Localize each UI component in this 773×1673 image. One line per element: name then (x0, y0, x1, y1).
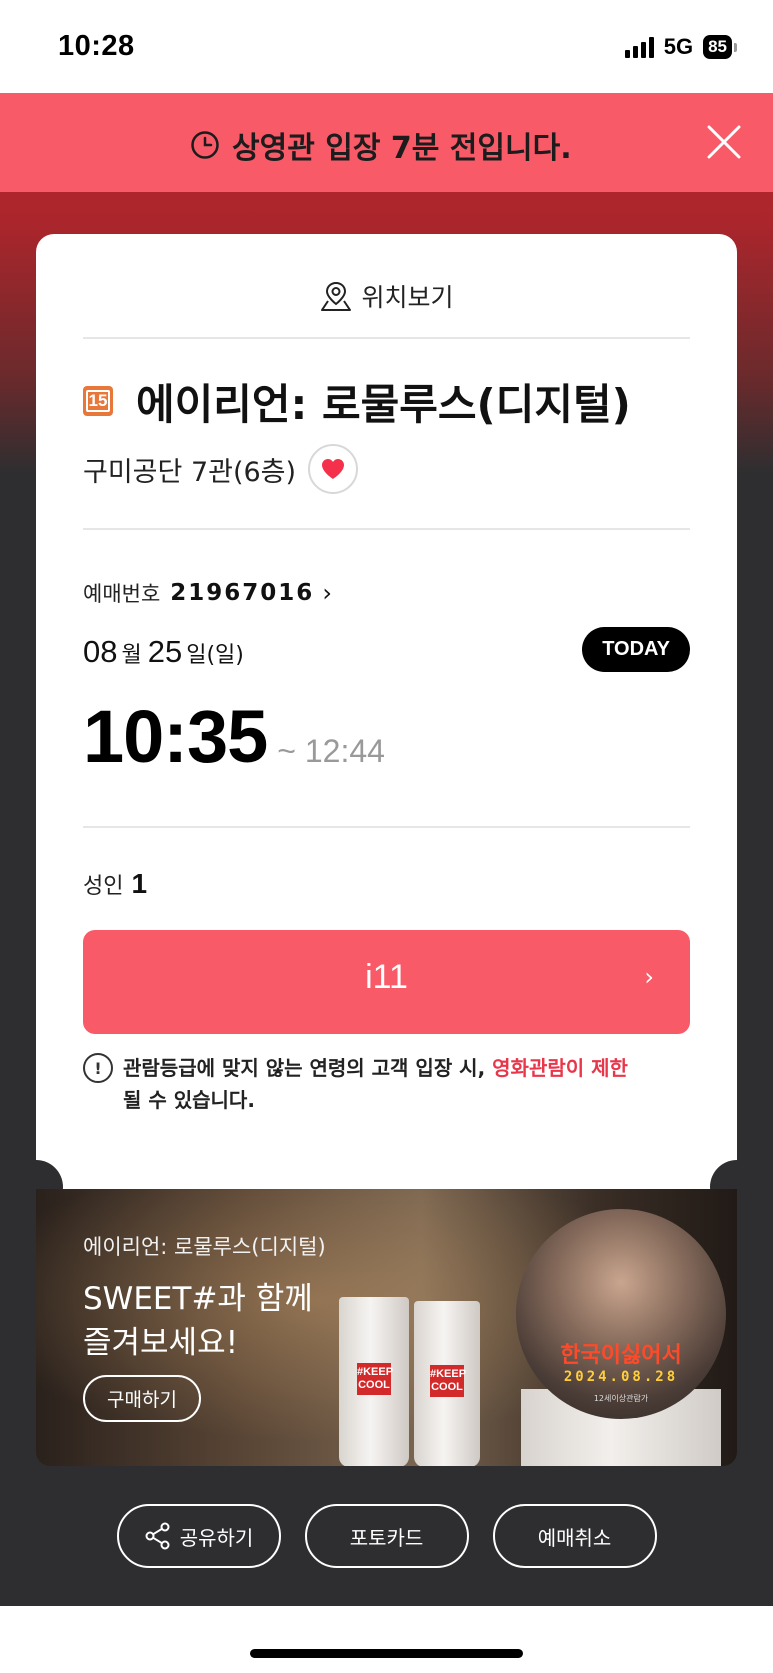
status-bar: 10:28 5G 85 (0, 0, 773, 93)
photocard-button[interactable]: 포토카드 (304, 1504, 469, 1568)
close-icon[interactable] (705, 123, 743, 161)
battery-icon: 85 (703, 35, 737, 59)
poster-title: 한국이싫어서 (560, 1343, 682, 1368)
movie-poster-image: 한국이싫어서 2024.08.28 12세이상관람가 (516, 1209, 726, 1419)
promo-title-line1: SWEET#과 함께 (83, 1281, 313, 1317)
show-time: 10:35 ~ 12:44 (83, 694, 385, 779)
home-area (0, 1606, 773, 1673)
drink-cup-image: #KEEP COOL (339, 1297, 409, 1466)
network-type: 5G (663, 34, 694, 59)
chevron-right-icon: › (322, 579, 332, 607)
poster-rating: 12세이상관람가 (593, 1394, 649, 1403)
banner-message: 상영관 입장 7분 전입니다. (232, 131, 572, 166)
share-icon (145, 1522, 170, 1550)
date-day-unit: 일 (186, 643, 207, 668)
age-rating-value: 15 (85, 390, 111, 412)
home-indicator[interactable] (250, 1649, 523, 1658)
promo-subtitle: 에이리언: 로물루스(디지털) (83, 1235, 326, 1259)
cancel-booking-button[interactable]: 예매취소 (492, 1504, 657, 1568)
promo-banner[interactable]: 에이리언: 로물루스(디지털) SWEET#과 함께 즐겨보세요! 구매하기 #… (36, 1189, 737, 1466)
share-label: 공유하기 (179, 1525, 254, 1550)
promo-title-line2: 즐겨보세요! (83, 1325, 239, 1361)
info-icon: ! (83, 1053, 113, 1083)
booking-number: 21967016 (170, 580, 315, 606)
audience-label: 성인 (83, 874, 124, 899)
status-indicators: 5G 85 (624, 34, 737, 60)
audience-row: 성인 1 (83, 868, 147, 900)
divider (83, 528, 690, 530)
theater-row: 구미공단 7관(6층) (83, 444, 359, 494)
date-month-unit: 월 (121, 643, 142, 668)
notice-text-post: 될 수 있습니다. (123, 1088, 255, 1112)
seat-button[interactable]: i11 › (83, 930, 690, 1034)
date-day: 25 (147, 634, 183, 669)
show-date: 08 월 25 일 (일) (83, 634, 250, 670)
cup-logo: #KEEP COOL (357, 1363, 393, 1395)
chevron-right-icon: › (644, 963, 654, 991)
location-button[interactable]: 위치보기 (36, 278, 737, 314)
favorite-button[interactable] (308, 444, 359, 494)
time-end: ~ 12:44 (277, 733, 385, 769)
cup-logo: #KEEP COOL (430, 1365, 466, 1397)
date-month: 08 (83, 634, 118, 669)
today-badge: TODAY (582, 627, 690, 672)
age-rating-badge: 15 (83, 386, 113, 416)
entry-notice-banner: 상영관 입장 7분 전입니다. (0, 93, 773, 192)
location-label: 위치보기 (361, 283, 454, 312)
theater-name: 구미공단 7관(6층) (83, 456, 297, 488)
time-start: 10:35 (83, 695, 268, 778)
drink-cup-image: #KEEP COOL (414, 1301, 480, 1466)
divider (83, 826, 690, 828)
date-weekday: (일) (206, 643, 244, 668)
divider (83, 337, 690, 339)
poster-date: 2024.08.28 (563, 1369, 679, 1385)
bottom-actions: 공유하기 포토카드 예매취소 (0, 1504, 773, 1568)
seat-number: i11 (365, 958, 408, 996)
notice-highlight: 영화관람이 제한 (492, 1056, 628, 1080)
share-button[interactable]: 공유하기 (116, 1504, 281, 1568)
booking-label: 예매번호 (83, 582, 161, 606)
promo-title: SWEET#과 함께 즐겨보세요! (83, 1277, 313, 1365)
map-pin-icon (321, 281, 352, 311)
booking-number-link[interactable]: 예매번호 21967016 › (83, 578, 332, 608)
movie-title: 에이리언: 로물루스(디지털) (136, 380, 631, 429)
ticket-card: 위치보기 15 에이리언: 로물루스(디지털) 구미공단 7관(6층) 예매번호… (36, 234, 737, 1189)
age-restriction-notice: ! 관람등급에 맞지 않는 연령의 고객 입장 시, 영화관람이 제한 될 수 … (83, 1052, 690, 1116)
battery-level: 85 (703, 35, 732, 59)
status-time: 10:28 (58, 30, 135, 62)
cancel-label: 예매취소 (537, 1525, 612, 1550)
notice-text-pre: 관람등급에 맞지 않는 연령의 고객 입장 시, (123, 1056, 493, 1080)
audience-count: 1 (131, 868, 148, 899)
signal-icon (624, 36, 654, 58)
clock-icon (191, 131, 219, 159)
photocard-label: 포토카드 (349, 1525, 424, 1550)
heart-icon (322, 459, 345, 479)
buy-button[interactable]: 구매하기 (83, 1375, 201, 1422)
notice-text: 관람등급에 맞지 않는 연령의 고객 입장 시, 영화관람이 제한 될 수 있습… (123, 1052, 628, 1116)
